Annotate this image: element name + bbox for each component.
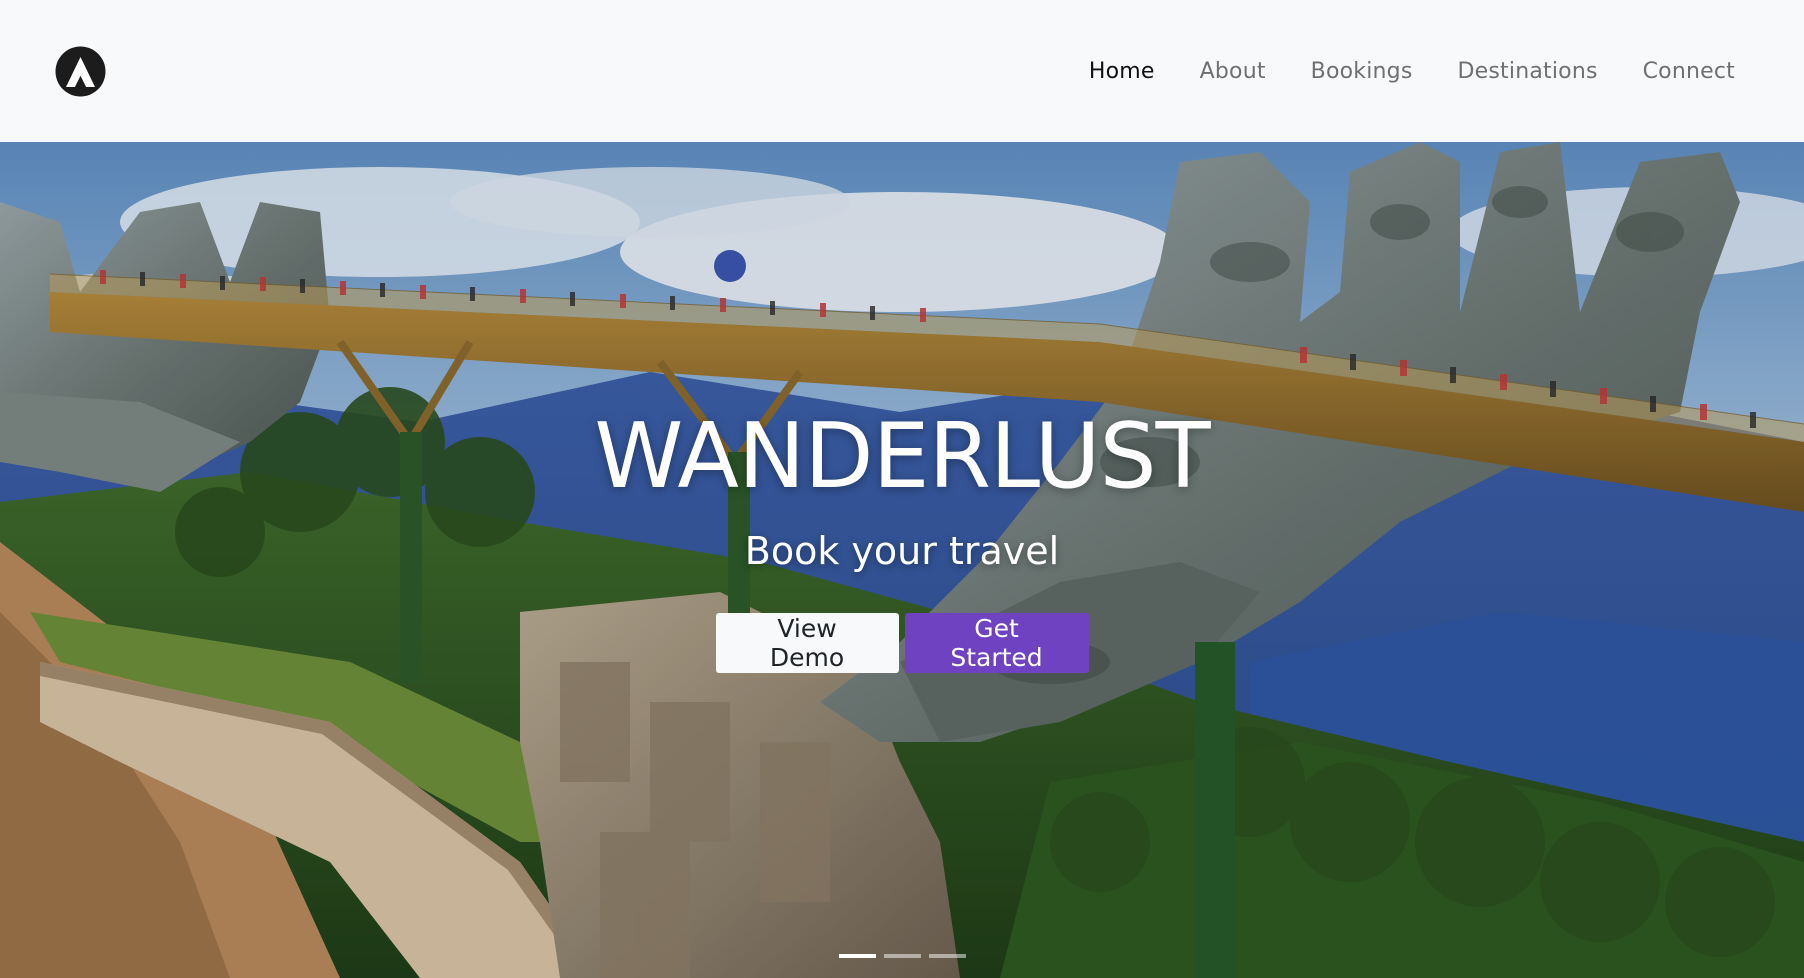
carousel-indicators [0,954,1804,958]
get-started-button[interactable]: Get Started [904,613,1089,673]
nav-link-about[interactable]: About [1200,59,1266,84]
navbar: Home About Bookings Destinations Connect [0,0,1804,142]
mountain-logo-icon [55,46,106,96]
hero-title: WANDERLUST [594,404,1210,509]
carousel-indicator-2[interactable] [883,954,921,958]
hero-carousel: WANDERLUST Book your travel View Demo Ge… [0,142,1804,978]
nav-link-bookings[interactable]: Bookings [1311,59,1413,84]
brand-logo[interactable] [55,46,106,97]
view-demo-button[interactable]: View Demo [715,613,899,673]
nav-link-destinations[interactable]: Destinations [1458,59,1598,84]
carousel-indicator-3[interactable] [928,954,966,958]
carousel-indicator-1[interactable] [838,954,876,958]
nav-link-home[interactable]: Home [1089,59,1155,84]
hero-subtitle: Book your travel [744,529,1060,573]
hero-buttons: View Demo Get Started [0,613,1804,673]
nav-link-connect[interactable]: Connect [1643,59,1735,84]
nav-links: Home About Bookings Destinations Connect [1044,59,1735,84]
